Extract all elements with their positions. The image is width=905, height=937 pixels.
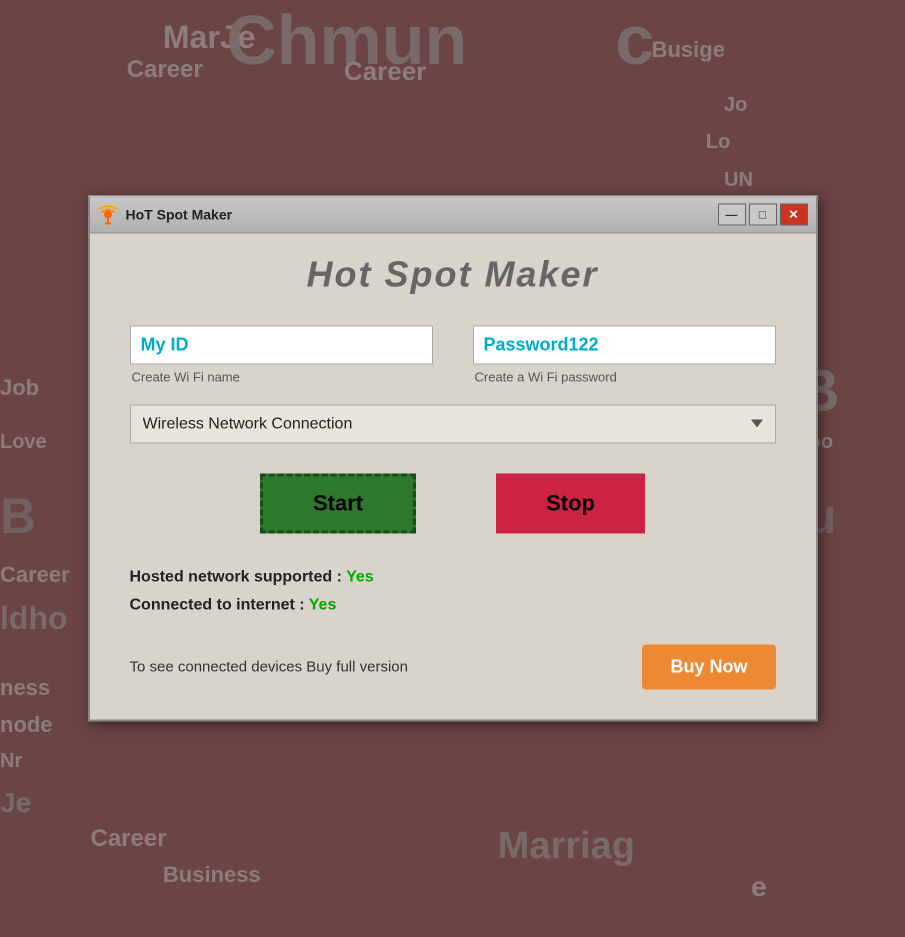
title-bar-controls: — □ ✕: [718, 203, 808, 225]
network-dropdown-row: Wireless Network Connection Local Area C…: [130, 404, 776, 443]
password-input[interactable]: [473, 325, 776, 364]
password-group: Create a Wi Fi password: [473, 325, 776, 384]
app-window: HoT Spot Maker — □ ✕ Hot Spot Maker Crea…: [88, 195, 818, 721]
input-row: Create Wi Fi name Create a Wi Fi passwor…: [130, 325, 776, 384]
title-bar-left: HoT Spot Maker: [98, 204, 233, 224]
action-buttons: Start Stop: [130, 473, 776, 533]
hosted-network-label: Hosted network supported :: [130, 568, 347, 585]
wifi-name-group: Create Wi Fi name: [130, 325, 433, 384]
bottom-bar: To see connected devices Buy full versio…: [130, 644, 776, 689]
network-dropdown[interactable]: Wireless Network Connection Local Area C…: [130, 404, 776, 443]
wifi-name-label: Create Wi Fi name: [130, 369, 433, 384]
password-label: Create a Wi Fi password: [473, 369, 776, 384]
start-button[interactable]: Start: [260, 473, 416, 533]
stop-button[interactable]: Stop: [496, 473, 645, 533]
internet-label: Connected to internet :: [130, 596, 309, 613]
close-button[interactable]: ✕: [780, 203, 808, 225]
buy-now-button[interactable]: Buy Now: [642, 644, 775, 689]
hosted-network-value: Yes: [346, 568, 374, 585]
minimize-button[interactable]: —: [718, 203, 746, 225]
internet-status: Connected to internet : Yes: [130, 596, 776, 614]
wifi-name-input[interactable]: [130, 325, 433, 364]
internet-value: Yes: [309, 596, 337, 613]
hosted-network-status: Hosted network supported : Yes: [130, 568, 776, 586]
app-heading: Hot Spot Maker: [130, 253, 776, 295]
status-section: Hosted network supported : Yes Connected…: [130, 568, 776, 614]
app-icon: [98, 204, 118, 224]
bottom-message: To see connected devices Buy full versio…: [130, 658, 409, 675]
restore-button[interactable]: □: [749, 203, 777, 225]
window-content: Hot Spot Maker Create Wi Fi name Create …: [90, 233, 816, 719]
title-bar: HoT Spot Maker — □ ✕: [90, 197, 816, 233]
window-title: HoT Spot Maker: [126, 206, 233, 222]
